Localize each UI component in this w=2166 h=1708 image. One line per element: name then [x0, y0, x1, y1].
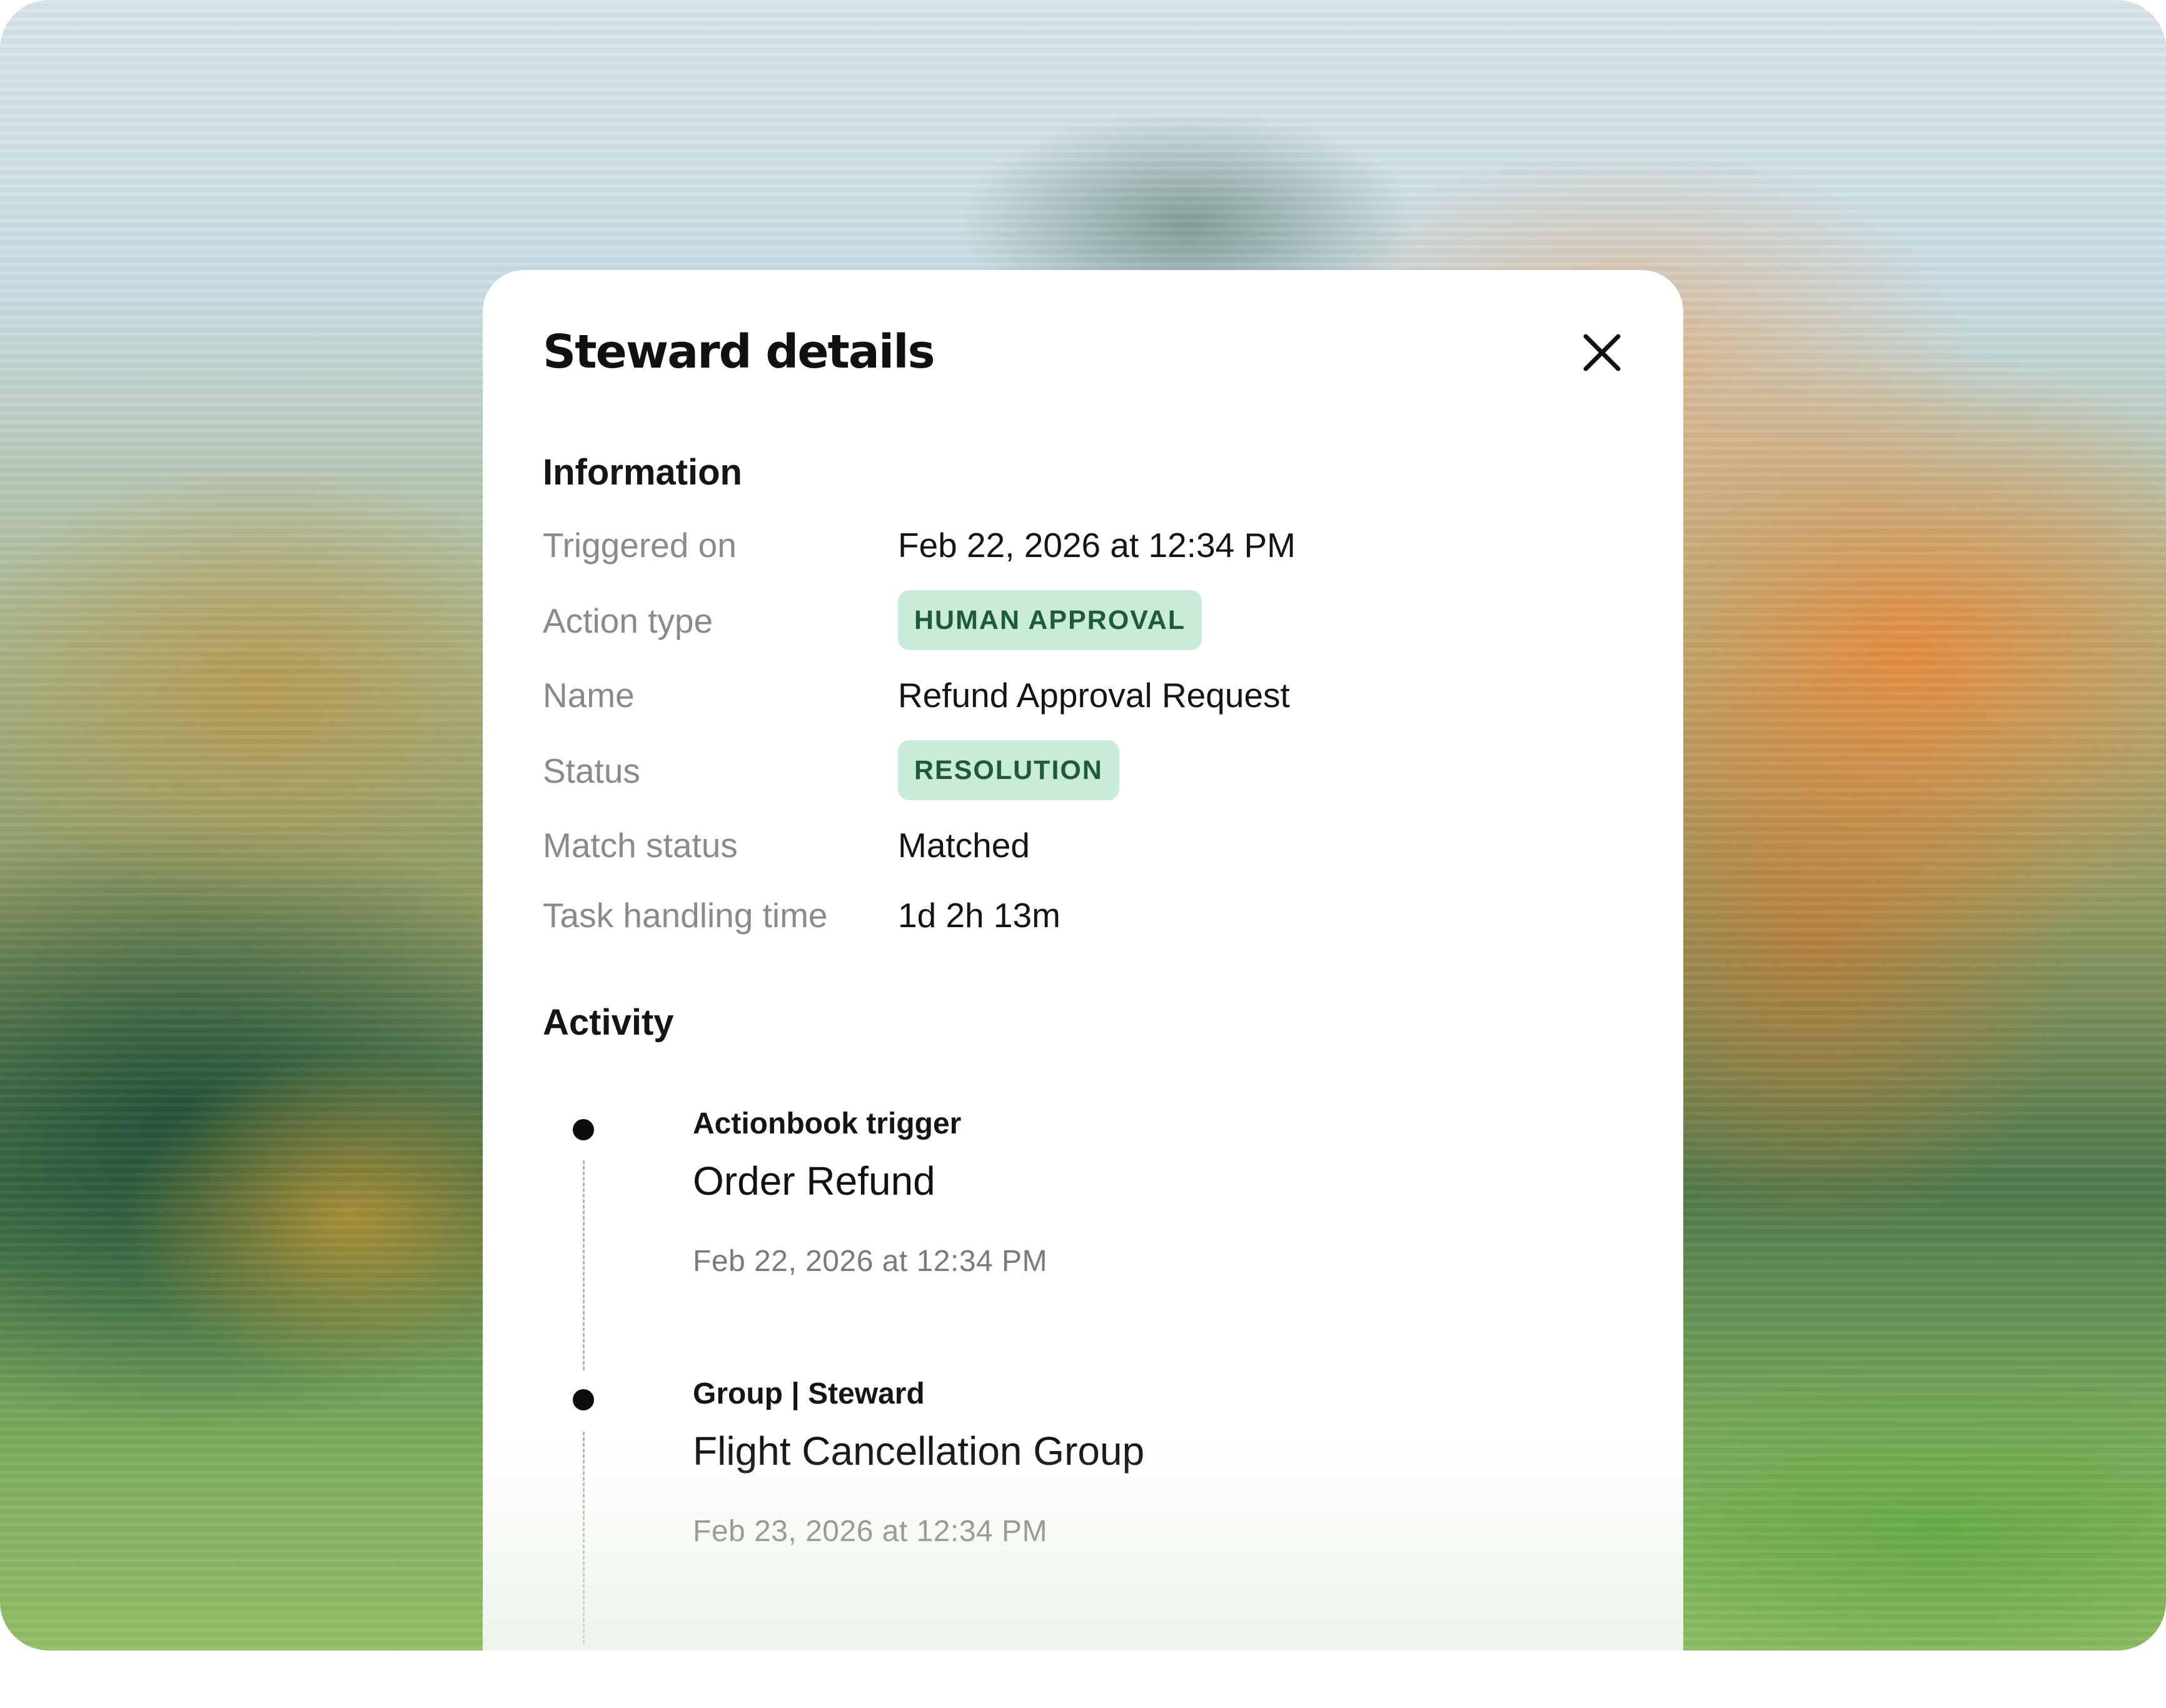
timeline-connector [583, 1432, 585, 1644]
close-button[interactable] [1573, 325, 1631, 383]
label-action-type: Action type [543, 601, 713, 640]
label-match-status: Match status [543, 826, 738, 865]
activity-heading: Activity [543, 1002, 674, 1043]
value-task-handling-time: 1d 2h 13m [898, 896, 1060, 935]
activity-title[interactable]: Order Refund [693, 1158, 935, 1204]
activity-title[interactable]: Flight Cancellation Group [693, 1428, 1144, 1474]
activity-date: Feb 22, 2026 at 12:34 PM [693, 1245, 1048, 1278]
status-badge: RESOLUTION [898, 740, 1119, 800]
panel-title: Steward details [543, 325, 935, 379]
close-icon [1583, 334, 1621, 371]
action-type-badge: HUMAN APPROVAL [898, 590, 1202, 650]
label-name: Name [543, 676, 635, 715]
label-task-handling-time: Task handling time [543, 896, 828, 935]
timeline-connector [583, 1160, 585, 1370]
activity-date: Feb 23, 2026 at 12:34 PM [693, 1515, 1048, 1548]
timeline-dot [573, 1119, 594, 1140]
activity-kicker: Actionbook trigger [693, 1107, 962, 1140]
value-name: Refund Approval Request [898, 676, 1290, 715]
label-triggered-on: Triggered on [543, 526, 737, 565]
value-triggered-on: Feb 22, 2026 at 12:34 PM [898, 526, 1296, 565]
activity-kicker: Group | Steward [693, 1377, 925, 1410]
timeline-dot [573, 1389, 594, 1410]
label-status: Status [543, 751, 640, 790]
value-match-status: Matched [898, 826, 1030, 865]
information-heading: Information [543, 452, 742, 493]
